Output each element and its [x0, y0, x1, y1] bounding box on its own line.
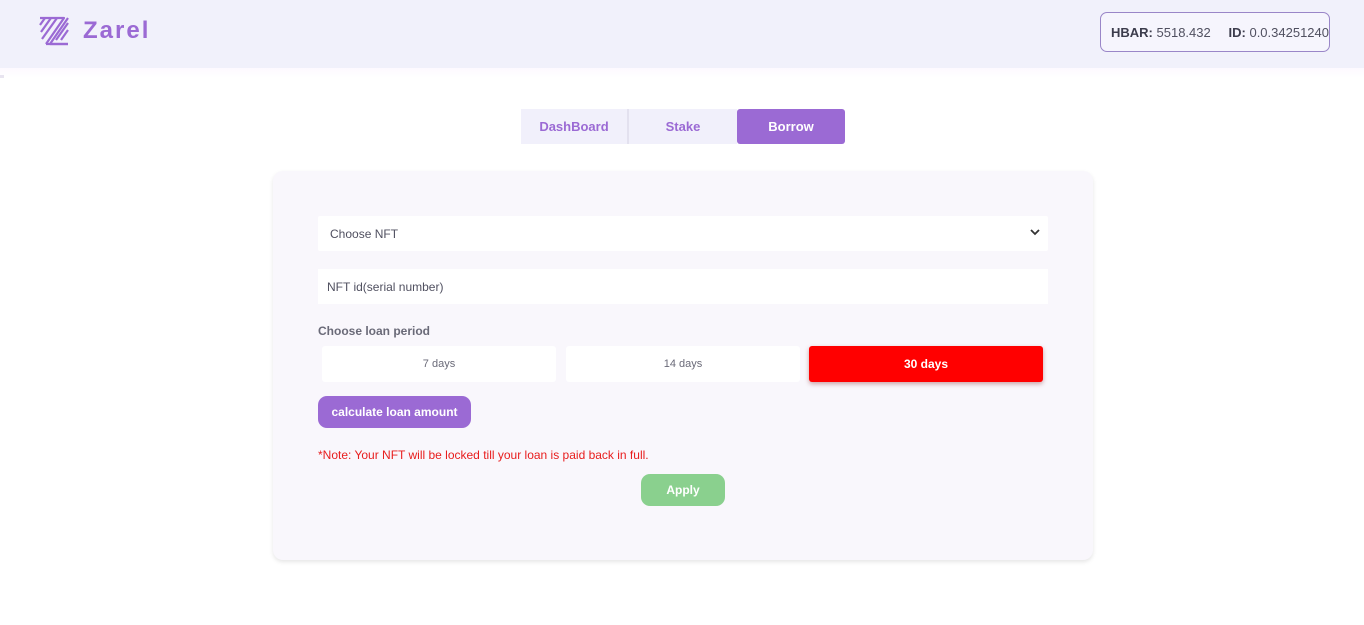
tab-dashboard[interactable]: DashBoard [521, 109, 629, 144]
top-header: Zarel HBAR: 5518.432 ID: 0.0.34251240 [0, 0, 1364, 68]
calculate-loan-button[interactable]: calculate loan amount [318, 396, 471, 428]
chevron-down-icon [1030, 229, 1040, 236]
brand-logo[interactable]: Zarel [37, 14, 150, 48]
header-divider [0, 68, 1364, 78]
period-30-days-button[interactable]: 30 days [809, 346, 1043, 382]
tab-borrow[interactable]: Borrow [737, 109, 845, 144]
nft-select-value: Choose NFT [330, 226, 399, 241]
zarel-logo-icon [39, 16, 69, 46]
wallet-info[interactable]: HBAR: 5518.432 ID: 0.0.34251240 [1100, 12, 1330, 52]
period-7-days-button[interactable]: 7 days [322, 346, 556, 382]
account-id: 0.0.34251240 [1249, 24, 1329, 40]
loan-period-label: Choose loan period [318, 324, 431, 338]
tab-stake[interactable]: Stake [629, 109, 737, 144]
nft-select[interactable]: Choose NFT [318, 216, 1048, 251]
lock-note: *Note: Your NFT will be locked till your… [318, 448, 649, 462]
period-14-days-button[interactable]: 14 days [566, 346, 800, 382]
nft-id-input[interactable] [318, 269, 1048, 304]
account-id-label: ID: [1228, 24, 1246, 40]
hbar-balance: 5518.432 [1156, 24, 1211, 40]
borrow-card: Choose NFT Choose loan period 7 days 14 … [273, 171, 1093, 560]
main-tabs: DashBoard Stake Borrow [521, 109, 845, 144]
brand-name: Zarel [83, 17, 151, 44]
apply-button[interactable]: Apply [641, 474, 725, 506]
hbar-label: HBAR: [1111, 24, 1153, 40]
